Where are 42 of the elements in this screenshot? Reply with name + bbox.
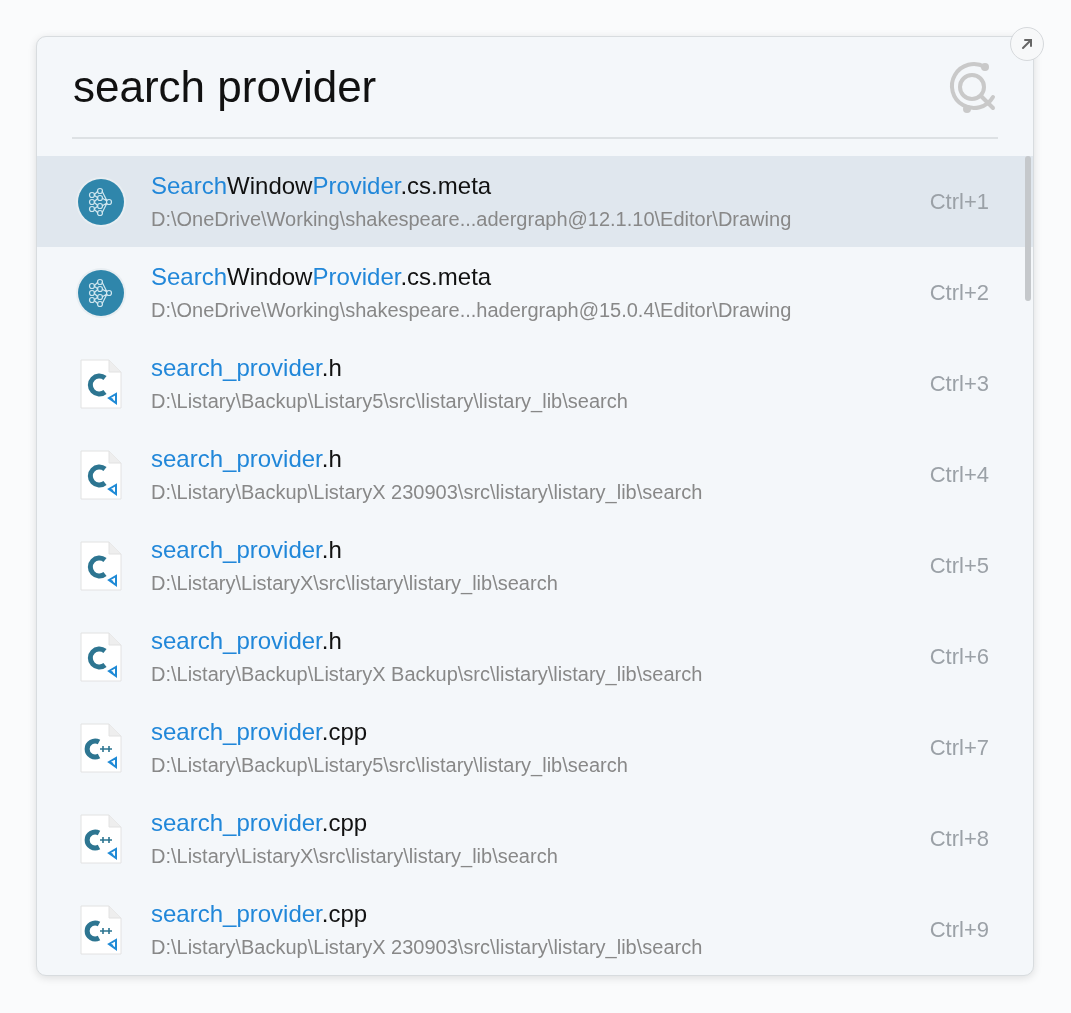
result-item[interactable]: search_provider.h D:\Listary\Backup\Listary5\src\listary\listary_lib\search Ctrl+3 (37, 338, 1033, 429)
file-name: search_provider.cpp (151, 809, 368, 837)
file-name: SearchWindowProvider.cs.meta (151, 263, 492, 291)
result-item[interactable]: search_provider.cpp D:\Listary\ListaryX\src\listary\listary_lib\search Ctrl+8 (37, 793, 1033, 884)
file-path: D:\Listary\ListaryX\src\listary\listary_lib\search (151, 845, 559, 868)
file-path: D:\Listary\Backup\ListaryX Backup\src\listary\listary_lib\search (151, 663, 704, 686)
shortcut-label: Ctrl+7 (929, 734, 989, 761)
network-icon (75, 175, 127, 228)
arrow-icon (1019, 36, 1035, 52)
file-path: D:\Listary\Backup\Listary5\src\listary\listary_lib\search (151, 390, 629, 413)
result-item[interactable]: search_provider.h D:\Listary\Backup\ListaryX 230903\src\listary\listary_lib\search Ctrl+4 (37, 429, 1033, 520)
file-path: D:\Listary\Backup\ListaryX 230903\src\listary\listary_lib\search (151, 481, 704, 504)
result-item[interactable]: search_provider.cpp D:\Listary\Backup\Listary5\src\listary\listary_lib\search Ctrl+7 (37, 702, 1033, 793)
file-name: search_provider.h (151, 354, 342, 382)
network-icon (75, 266, 127, 319)
shortcut-label: Ctrl+8 (929, 825, 989, 852)
result-item[interactable]: SearchWindowProvider.cs.meta D:\OneDrive\Working\shakespeare...adergraph@12.1.10\Editor\Drawing Ctrl+1 (37, 156, 1033, 247)
shortcut-label: Ctrl+3 (929, 370, 989, 397)
shortcut-label: Ctrl+9 (929, 916, 989, 943)
shortcut-label: Ctrl+1 (929, 188, 989, 215)
result-item[interactable]: SearchWindowProvider.cs.meta D:\OneDrive\Working\shakespeare...hadergraph@15.0.4\Editor\Drawing Ctrl+2 (37, 247, 1033, 338)
result-item[interactable]: search_provider.cpp D:\Listary\Backup\ListaryX 230903\src\listary\listary_lib\search Ctrl+9 (37, 884, 1033, 975)
shortcut-label: Ctrl+4 (929, 461, 989, 488)
file-name: search_provider.cpp (151, 900, 368, 928)
file-name: search_provider.cpp (151, 718, 368, 746)
result-item[interactable]: search_provider.h D:\Listary\Backup\ListaryX Backup\src\listary\listary_lib\search Ctrl+6 (37, 611, 1033, 702)
result-item[interactable]: search_provider.h D:\Listary\ListaryX\src\listary\listary_lib\search Ctrl+5 (37, 520, 1033, 611)
shortcut-label: Ctrl+5 (929, 552, 989, 579)
file-path: D:\Listary\ListaryX\src\listary\listary_lib\search (151, 572, 559, 595)
shortcut-label: Ctrl+2 (929, 279, 989, 306)
file-name: SearchWindowProvider.cs.meta (151, 172, 492, 200)
file-name: search_provider.h (151, 445, 342, 473)
scrollbar-thumb[interactable] (1025, 156, 1031, 301)
file-path: D:\OneDrive\Working\shakespeare...hadergraph@15.0.4\Editor\Drawing (151, 299, 793, 322)
shortcut-label: Ctrl+6 (929, 643, 989, 670)
search-field[interactable]: search provider (73, 62, 945, 112)
file-path: D:\Listary\Backup\ListaryX 230903\src\listary\listary_lib\search (151, 936, 704, 959)
file-name: search_provider.h (151, 536, 342, 564)
file-name: search_provider.h (151, 627, 342, 655)
file-path: D:\Listary\Backup\Listary5\src\listary\listary_lib\search (151, 754, 629, 777)
expand-button[interactable] (1010, 27, 1044, 61)
file-path: D:\OneDrive\Working\shakespeare...adergraph@12.1.10\Editor\Drawing (151, 208, 793, 231)
